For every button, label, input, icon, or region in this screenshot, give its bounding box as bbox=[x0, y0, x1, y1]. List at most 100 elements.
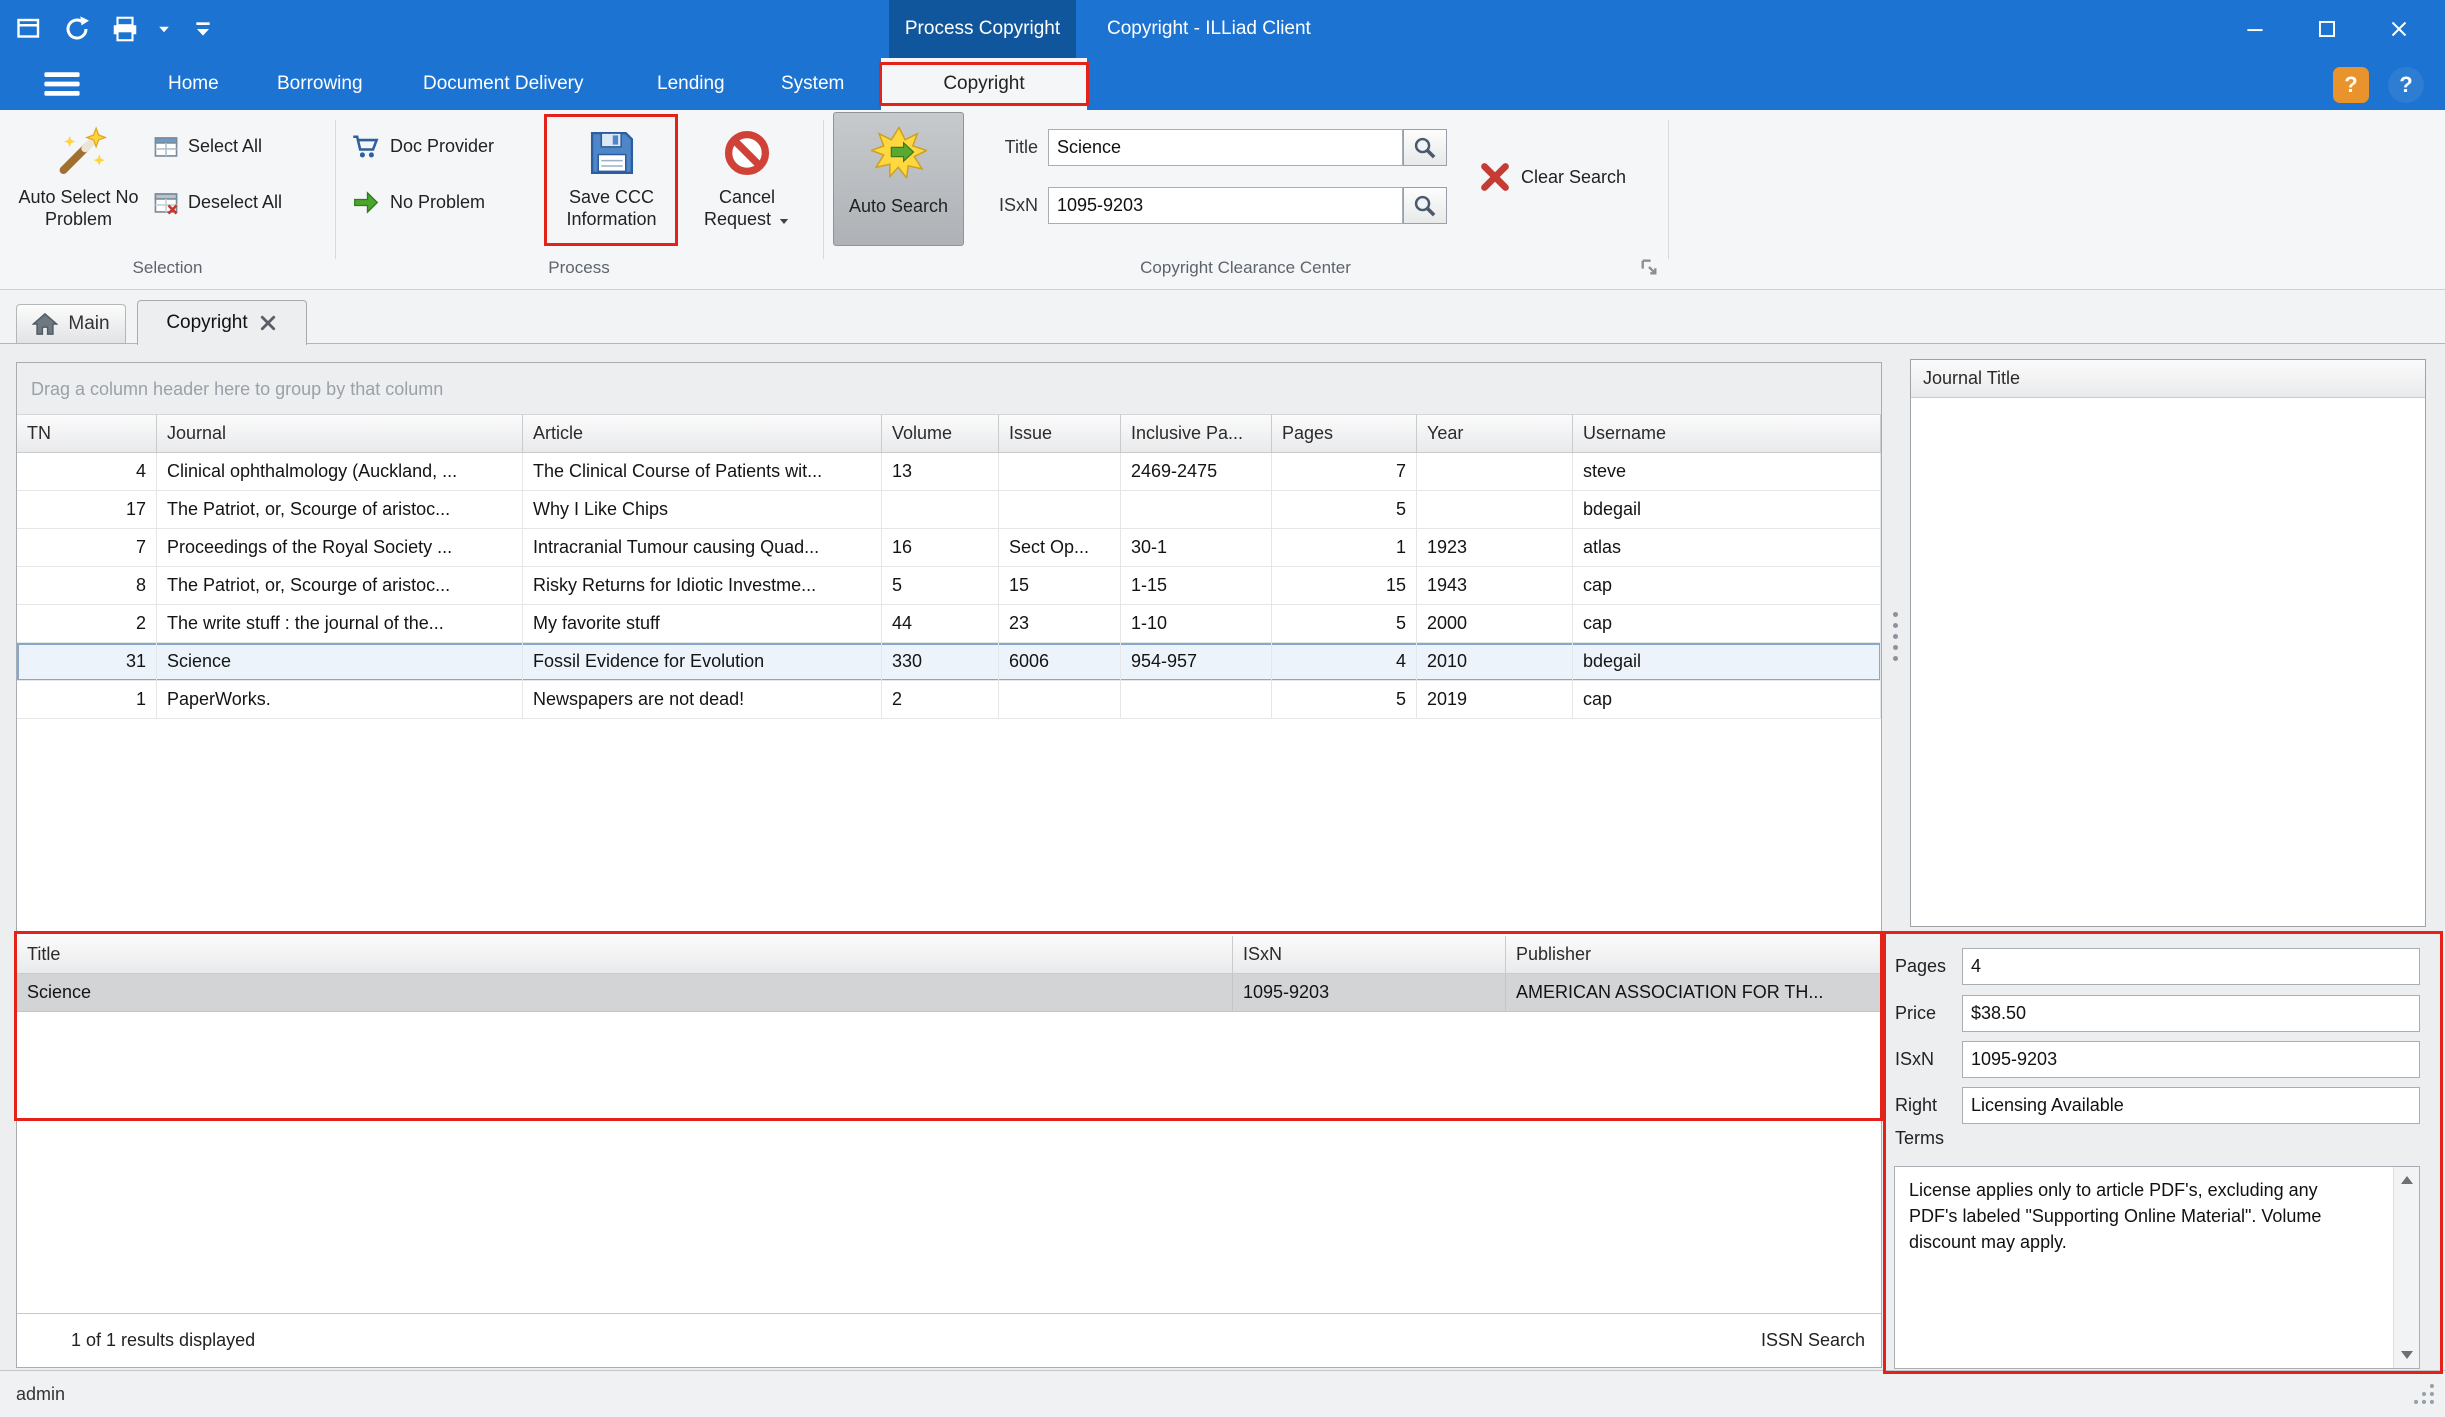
help-icon[interactable]: ? bbox=[2388, 67, 2424, 103]
new-window-icon[interactable] bbox=[12, 12, 46, 46]
request-row[interactable]: 31ScienceFossil Evidence for Evolution33… bbox=[17, 643, 1881, 681]
ccc-isxn-input[interactable] bbox=[1048, 187, 1403, 224]
result-row[interactable]: Science1095-9203AMERICAN ASSOCIATION FOR… bbox=[17, 974, 1881, 1012]
request-row[interactable]: 8The Patriot, or, Scourge of aristoc...R… bbox=[17, 567, 1881, 605]
grid-cell: 2000 bbox=[1417, 605, 1573, 643]
tab-home[interactable]: Home bbox=[168, 58, 219, 110]
hamburger-menu-icon[interactable] bbox=[40, 67, 84, 106]
right-field[interactable] bbox=[1962, 1087, 2420, 1124]
pages-field[interactable] bbox=[1962, 948, 2420, 985]
maximize-button[interactable] bbox=[2291, 0, 2363, 58]
grid-cell: PaperWorks. bbox=[157, 681, 523, 719]
request-row[interactable]: 1PaperWorks.Newspapers are not dead!2520… bbox=[17, 681, 1881, 719]
grid-cell bbox=[882, 491, 999, 529]
terms-scrollbar[interactable] bbox=[2393, 1167, 2419, 1368]
scroll-down-icon[interactable] bbox=[2394, 1342, 2420, 1368]
tab-copyright-document[interactable]: Copyright bbox=[137, 300, 307, 345]
window-controls bbox=[2219, 0, 2435, 58]
request-row[interactable]: 7Proceedings of the Royal Society ...Int… bbox=[17, 529, 1881, 567]
journal-title-header[interactable]: Journal Title bbox=[1911, 360, 2425, 398]
auto-search-star-icon bbox=[871, 121, 927, 183]
isxn-field[interactable] bbox=[1962, 1041, 2420, 1078]
grid-cell: Risky Returns for Idiotic Investme... bbox=[523, 567, 882, 605]
grid-cell: 17 bbox=[17, 491, 157, 529]
cancel-request-button[interactable]: Cancel Request bbox=[691, 120, 803, 246]
column-header[interactable]: Year bbox=[1417, 415, 1573, 452]
column-header[interactable]: Inclusive Pa... bbox=[1121, 415, 1272, 452]
requests-grid-body: 4Clinical ophthalmology (Auckland, ...Th… bbox=[17, 453, 1881, 719]
tab-lending[interactable]: Lending bbox=[657, 58, 725, 110]
column-header[interactable]: ISxN bbox=[1233, 936, 1506, 973]
auto-select-no-problem-button[interactable]: Auto Select No Problem bbox=[16, 120, 141, 246]
auto-select-label: Auto Select No Problem bbox=[16, 186, 141, 230]
print-icon[interactable] bbox=[108, 12, 142, 46]
print-dropdown-icon[interactable] bbox=[156, 12, 172, 46]
request-row[interactable]: 2The write stuff : the journal of the...… bbox=[17, 605, 1881, 643]
grid-cell bbox=[1417, 453, 1573, 491]
column-header[interactable]: Issue bbox=[999, 415, 1121, 452]
refresh-icon[interactable] bbox=[60, 12, 94, 46]
deselect-all-button[interactable]: Deselect All bbox=[153, 184, 331, 221]
tab-main[interactable]: Main bbox=[16, 304, 126, 343]
grid-cell: 13 bbox=[882, 453, 999, 491]
grid-cell: 2010 bbox=[1417, 643, 1573, 681]
group-dialog-launcher-icon[interactable] bbox=[1638, 256, 1660, 283]
ribbon-tab-bar: Home Borrowing Document Delivery Lending… bbox=[0, 58, 2445, 110]
support-help-icon[interactable]: ? bbox=[2333, 67, 2369, 103]
request-row[interactable]: 17The Patriot, or, Scourge of aristoc...… bbox=[17, 491, 1881, 529]
cancel-dropdown-icon[interactable] bbox=[780, 219, 788, 224]
column-header[interactable]: Title bbox=[17, 936, 1233, 973]
auto-search-button[interactable]: Auto Search bbox=[833, 112, 964, 246]
column-header[interactable]: Username bbox=[1573, 415, 1881, 452]
grid-cell: 1095-9203 bbox=[1233, 974, 1506, 1012]
request-row[interactable]: 4Clinical ophthalmology (Auckland, ...Th… bbox=[17, 453, 1881, 491]
grid-cell: 44 bbox=[882, 605, 999, 643]
column-header[interactable]: Pages bbox=[1272, 415, 1417, 452]
auto-search-label: Auto Search bbox=[849, 195, 948, 217]
column-header[interactable]: Volume bbox=[882, 415, 999, 452]
tab-copyright[interactable]: Copyright bbox=[881, 58, 1087, 110]
doc-provider-button[interactable]: Doc Provider bbox=[351, 128, 541, 165]
splitter-handle[interactable] bbox=[1893, 612, 1898, 661]
terms-box[interactable]: License applies only to article PDF's, e… bbox=[1894, 1166, 2420, 1369]
select-all-button[interactable]: Select All bbox=[153, 128, 321, 165]
minimize-button[interactable] bbox=[2219, 0, 2291, 58]
ribbon: Auto Select No Problem Select All Desele… bbox=[0, 110, 2445, 290]
grid-cell: The Clinical Course of Patients wit... bbox=[523, 453, 882, 491]
save-ccc-information-button[interactable]: Save CCC Information bbox=[549, 120, 674, 246]
tab-borrowing[interactable]: Borrowing bbox=[277, 58, 363, 110]
tab-system[interactable]: System bbox=[781, 58, 844, 110]
grid-cell: 1943 bbox=[1417, 567, 1573, 605]
scroll-up-icon[interactable] bbox=[2394, 1167, 2420, 1193]
grid-cell: 1 bbox=[1272, 529, 1417, 567]
close-button[interactable] bbox=[2363, 0, 2435, 58]
title-search-button[interactable] bbox=[1403, 129, 1447, 166]
no-problem-button[interactable]: No Problem bbox=[351, 184, 531, 221]
grid-cell: 954-957 bbox=[1121, 643, 1272, 681]
resize-grip-icon[interactable] bbox=[2411, 1381, 2437, 1407]
grid-cell: The Patriot, or, Scourge of aristoc... bbox=[157, 491, 523, 529]
clear-search-button[interactable]: Clear Search bbox=[1478, 160, 1668, 194]
requests-grid-header: TNJournalArticleVolumeIssueInclusive Pa.… bbox=[17, 415, 1881, 453]
close-tab-icon[interactable] bbox=[258, 313, 278, 333]
journal-title-panel: Journal Title bbox=[1910, 359, 2426, 927]
grid-cell: 31 bbox=[17, 643, 157, 681]
column-header[interactable]: Article bbox=[523, 415, 882, 452]
deselect-all-icon bbox=[153, 190, 179, 216]
price-field[interactable] bbox=[1962, 995, 2420, 1032]
grid-cell: cap bbox=[1573, 605, 1881, 643]
grid-cell bbox=[1121, 681, 1272, 719]
magnifier-icon bbox=[1412, 135, 1438, 161]
tab-document-delivery[interactable]: Document Delivery bbox=[423, 58, 584, 110]
ccc-title-input[interactable] bbox=[1048, 129, 1403, 166]
grid-cell: Science bbox=[17, 974, 1233, 1012]
column-header[interactable]: TN bbox=[17, 415, 157, 452]
customize-quick-access-icon[interactable] bbox=[186, 12, 220, 46]
grid-cell: 1 bbox=[17, 681, 157, 719]
green-arrow-icon bbox=[351, 190, 381, 215]
column-header[interactable]: Journal bbox=[157, 415, 523, 452]
isxn-search-button[interactable] bbox=[1403, 187, 1447, 224]
quick-access-toolbar bbox=[12, 0, 220, 58]
app-status-bar: admin bbox=[0, 1370, 2445, 1417]
column-header[interactable]: Publisher bbox=[1506, 936, 1881, 973]
